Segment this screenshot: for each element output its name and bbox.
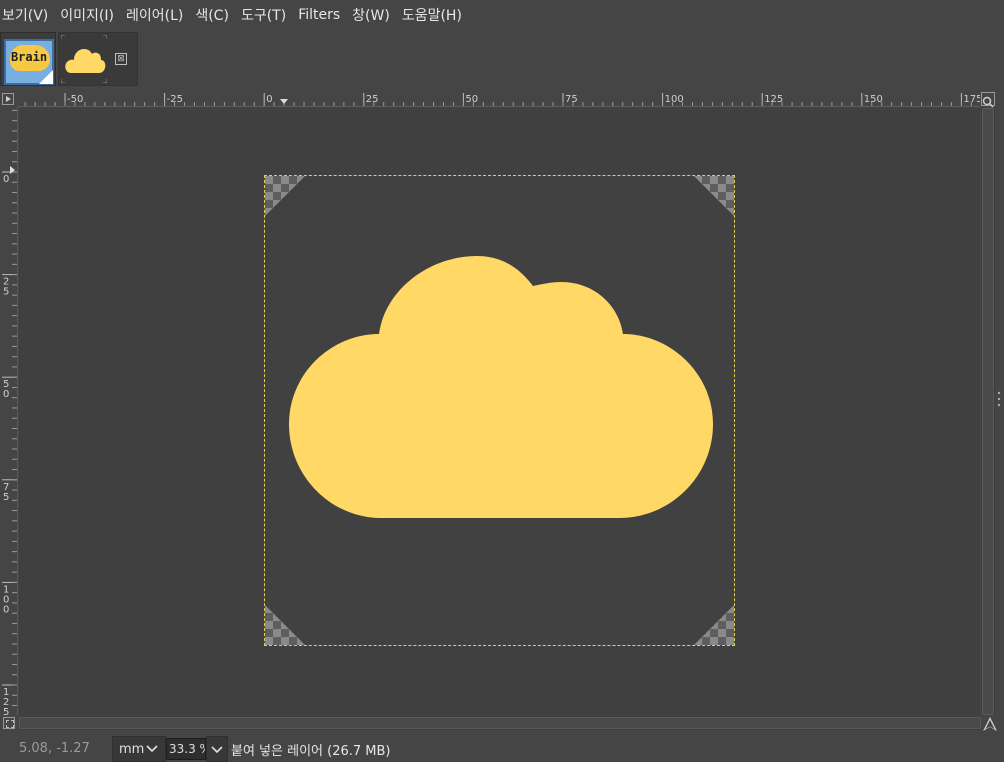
horizontal-scroll-thumb[interactable]: [19, 717, 981, 729]
ruler-label: 75: [565, 94, 578, 105]
image-layer-boundary[interactable]: [264, 175, 735, 646]
transparent-corner: [265, 605, 305, 645]
pointer-coordinates: 5.08, -1.27: [19, 741, 90, 756]
magnifier-glyph: [982, 96, 994, 108]
ruler-menu-button[interactable]: [2, 93, 14, 105]
menu-layer[interactable]: 레이어(L): [120, 5, 189, 25]
grip-dots-icon: [997, 391, 1001, 407]
ruler-label-char: 5: [3, 492, 9, 503]
ruler-label-char: 0: [3, 389, 9, 400]
ruler-label-char: 5: [3, 287, 9, 298]
tab-corner-mark: [61, 35, 65, 39]
horizontal-scrollbar[interactable]: [19, 716, 981, 730]
menu-colors[interactable]: 색(C): [189, 5, 235, 25]
transparent-corner: [694, 605, 734, 645]
menu-windows[interactable]: 창(W): [346, 5, 396, 25]
navigate-icon[interactable]: [982, 716, 998, 732]
unit-value: mm: [119, 742, 145, 757]
menu-tools[interactable]: 도구(T): [235, 5, 292, 25]
image-canvas[interactable]: [19, 108, 980, 715]
transparent-corner: [694, 176, 734, 216]
tab-corner-mark: [61, 79, 65, 83]
ruler-label-char: 0: [3, 604, 9, 615]
ruler-label: 150: [864, 94, 883, 105]
ruler-label: 0: [266, 94, 272, 105]
menu-view[interactable]: 보기(V): [0, 5, 54, 25]
tab-corner-mark: [103, 35, 107, 39]
transparent-corner: [265, 176, 305, 216]
tab-corner-mark: [103, 79, 107, 83]
status-message: 붙여 넣은 레이어 (26.7 MB): [231, 744, 391, 759]
cloud-shape: [289, 256, 713, 518]
image-tab-strip: Brain ⊠: [0, 30, 1004, 88]
image-tab-cloud[interactable]: ⊠: [58, 32, 138, 86]
dock-handle-icon[interactable]: [997, 390, 1001, 408]
vertical-scroll-thumb[interactable]: [982, 108, 994, 715]
ruler-label-char: 0: [3, 174, 9, 185]
status-bar: 5.08, -1.27 mm 33.3 % 붙여 넣은 레이어 (26.7 MB…: [0, 734, 1004, 762]
menu-filters[interactable]: Filters: [292, 7, 346, 23]
menu-image[interactable]: 이미지(I): [54, 5, 120, 25]
ruler-label: 25: [366, 94, 379, 105]
vertical-scrollbar[interactable]: [981, 108, 995, 715]
ruler-label-char: 5: [3, 707, 9, 715]
zoom-dropdown-button[interactable]: [206, 736, 228, 762]
chevron-down-icon: [211, 746, 223, 754]
page-fold-icon: [39, 70, 53, 84]
close-icon[interactable]: ⊠: [115, 53, 127, 65]
menu-bar: 보기(V) 이미지(I) 레이어(L) 색(C) 도구(T) Filters 창…: [0, 0, 1004, 30]
ruler-label: 100: [665, 94, 684, 105]
pointer-marker-icon: [280, 99, 288, 104]
menu-help[interactable]: 도움말(H): [396, 5, 468, 25]
brain-thumbnail-text: Brain: [10, 50, 48, 64]
cloud-thumbnail-icon: [65, 49, 106, 73]
brain-thumbnail: Brain: [4, 39, 54, 85]
unit-select[interactable]: mm: [112, 736, 166, 762]
chevron-down-icon: [146, 745, 158, 753]
ruler-label: 125: [764, 94, 783, 105]
ruler-label: 50: [465, 94, 478, 105]
vertical-ruler: 0255075100125: [0, 107, 18, 715]
zoom-icon[interactable]: [981, 92, 995, 108]
horizontal-ruler: -50-250255075100125150175: [18, 91, 980, 107]
pointer-marker-icon: [10, 166, 15, 174]
quick-mask-icon[interactable]: [3, 717, 15, 729]
image-tab-brain[interactable]: Brain: [0, 32, 56, 86]
zoom-input[interactable]: 33.3 %: [166, 738, 206, 760]
